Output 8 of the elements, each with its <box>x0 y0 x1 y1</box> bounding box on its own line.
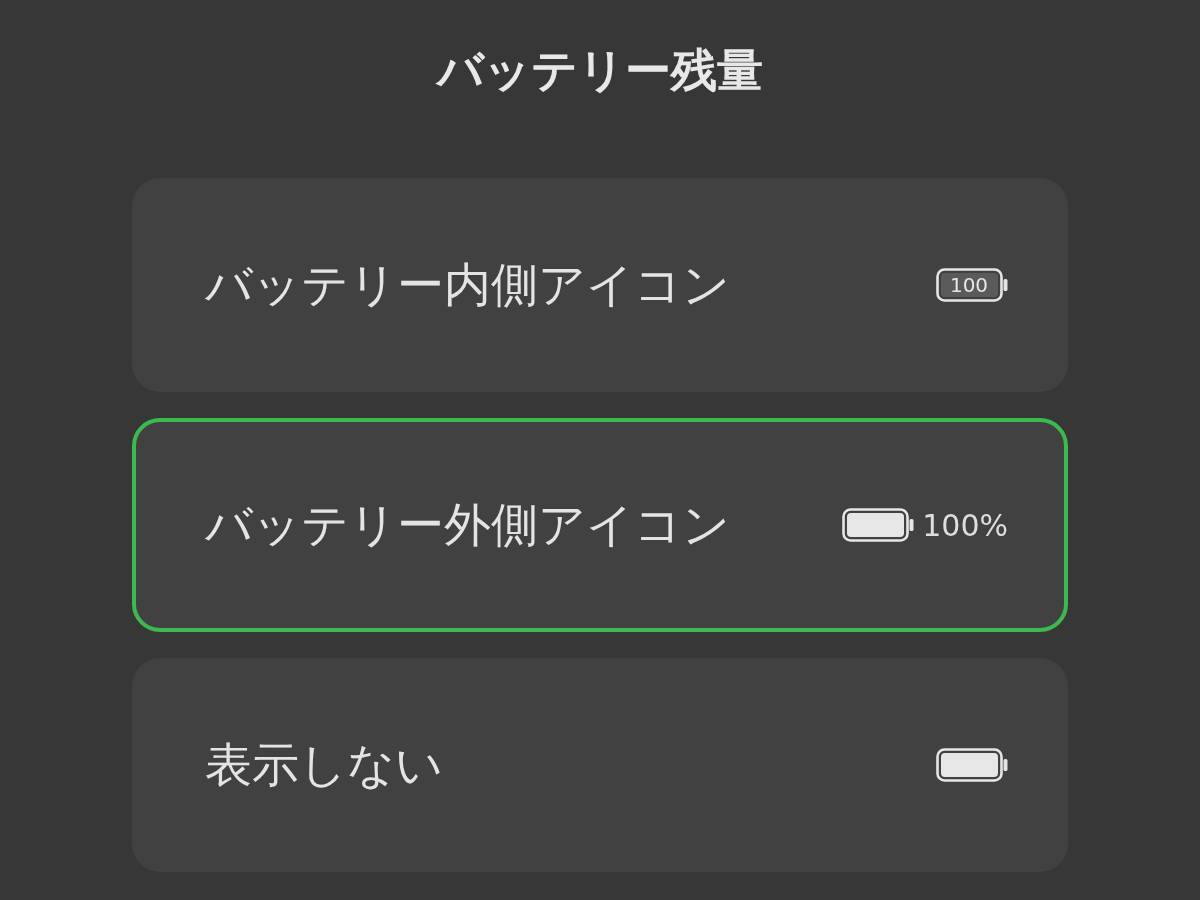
battery-percent: 100% <box>922 507 1008 543</box>
battery-icon <box>842 508 915 542</box>
battery-indicator: 100 <box>936 268 1008 302</box>
battery-style-option[interactable]: バッテリー外側アイコン 100% <box>132 418 1068 632</box>
battery-style-option[interactable]: バッテリー内側アイコン 100 <box>132 178 1068 392</box>
battery-icon <box>936 748 1008 782</box>
battery-style-option[interactable]: 表示しない <box>132 658 1068 872</box>
screen-title: バッテリー残量 <box>434 44 764 96</box>
